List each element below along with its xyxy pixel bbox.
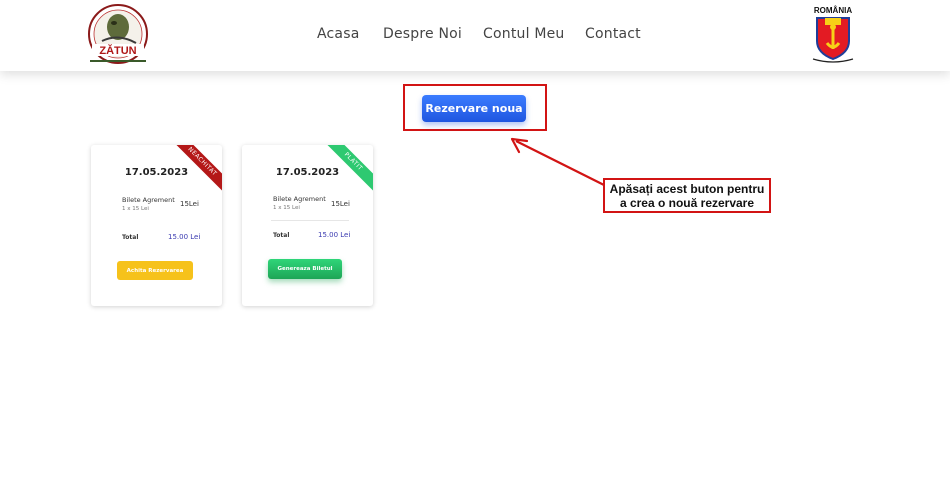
reservation-card-paid: PLATIT 17.05.2023 Bilete Agrement 1 x 15… [242, 145, 373, 306]
pay-reservation-button[interactable]: Achita Rezervarea [117, 261, 193, 280]
item-name: Bilete Agrement [273, 195, 326, 203]
logo-text: ZĂTUN [99, 44, 136, 57]
divider [271, 220, 349, 221]
instruction-callout: Apăsați acest buton pentru a crea o nouă… [603, 178, 771, 213]
site-header: ZĂTUN Acasa Despre Noi Contul Meu Contac… [0, 0, 950, 71]
nav-despre-noi[interactable]: Despre Noi [383, 26, 462, 42]
total-value: 15.00 Lei [318, 231, 351, 239]
total-label: Total [273, 232, 290, 239]
new-reservation-button[interactable]: Rezervare noua [422, 95, 526, 122]
item-quantity: 1 x 15 Lei [273, 205, 300, 211]
item-name: Bilete Agrement [122, 196, 175, 204]
romania-crest-logo: ROMÂNIA [805, 5, 861, 63]
nav-contul-meu[interactable]: Contul Meu [483, 26, 564, 42]
total-value: 15.00 Lei [168, 233, 201, 241]
callout-arrow-icon [510, 137, 605, 186]
total-label: Total [122, 234, 139, 241]
reservation-date: 17.05.2023 [124, 167, 189, 178]
zatun-logo[interactable]: ZĂTUN [84, 3, 152, 67]
item-price: 15Lei [331, 200, 350, 208]
nav-acasa[interactable]: Acasa [317, 26, 359, 42]
item-quantity: 1 x 15 Lei [122, 206, 149, 212]
generate-ticket-button[interactable]: Genereaza Biletul [268, 259, 342, 279]
item-price: 15Lei [180, 200, 199, 208]
reservation-card-unpaid: NEACHITAT 17.05.2023 Bilete Agrement 1 x… [91, 145, 222, 306]
crest-country-text: ROMÂNIA [814, 6, 852, 15]
nav-contact[interactable]: Contact [585, 26, 641, 42]
reservation-date: 17.05.2023 [275, 167, 340, 178]
